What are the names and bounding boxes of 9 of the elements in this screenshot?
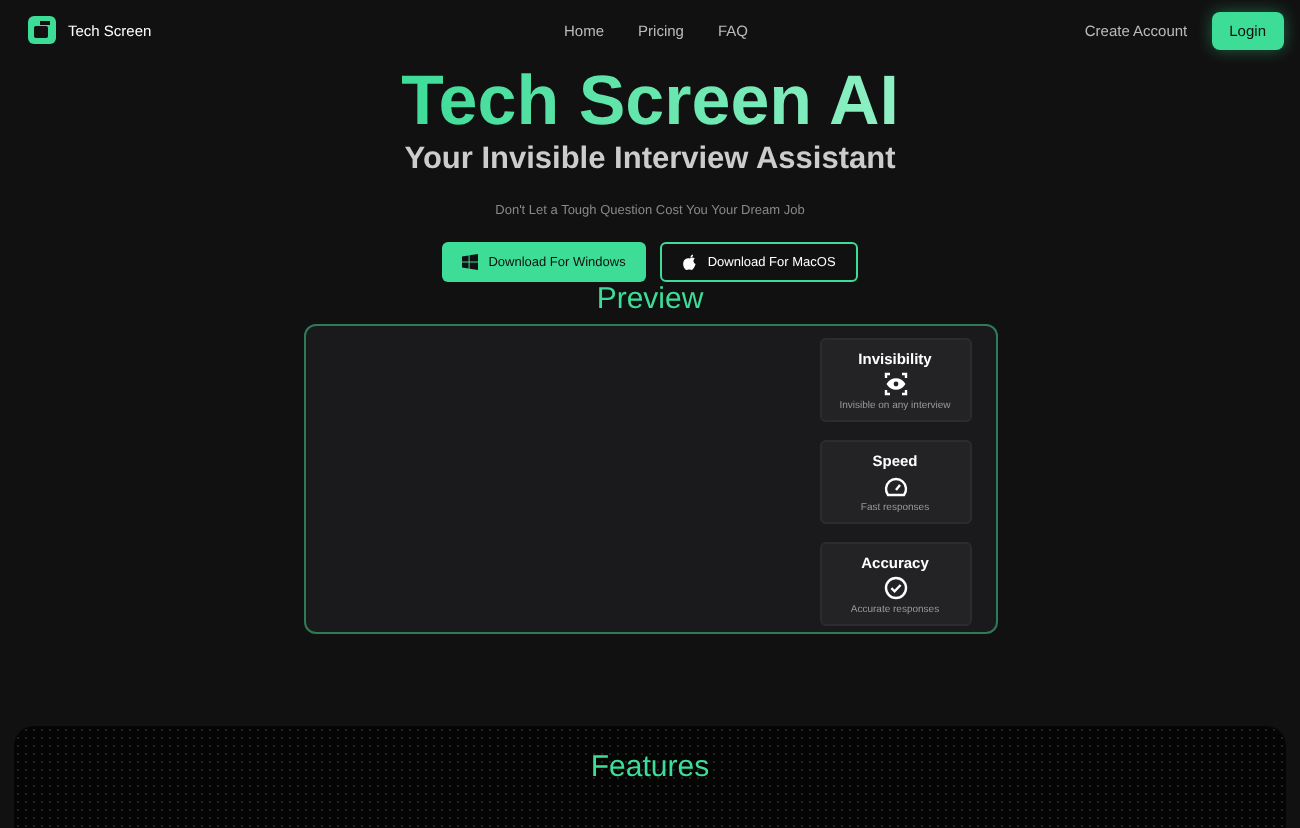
hero-subtitle: Your Invisible Interview Assistant xyxy=(404,140,896,180)
gauge-icon xyxy=(883,473,907,497)
windows-icon xyxy=(462,254,479,270)
preview-heading: Preview xyxy=(596,282,704,318)
features-heading: Features xyxy=(590,750,710,788)
apple-icon xyxy=(681,253,698,271)
logo-icon xyxy=(28,16,56,44)
eye-icon xyxy=(883,371,907,395)
check-circle-icon xyxy=(883,575,907,599)
